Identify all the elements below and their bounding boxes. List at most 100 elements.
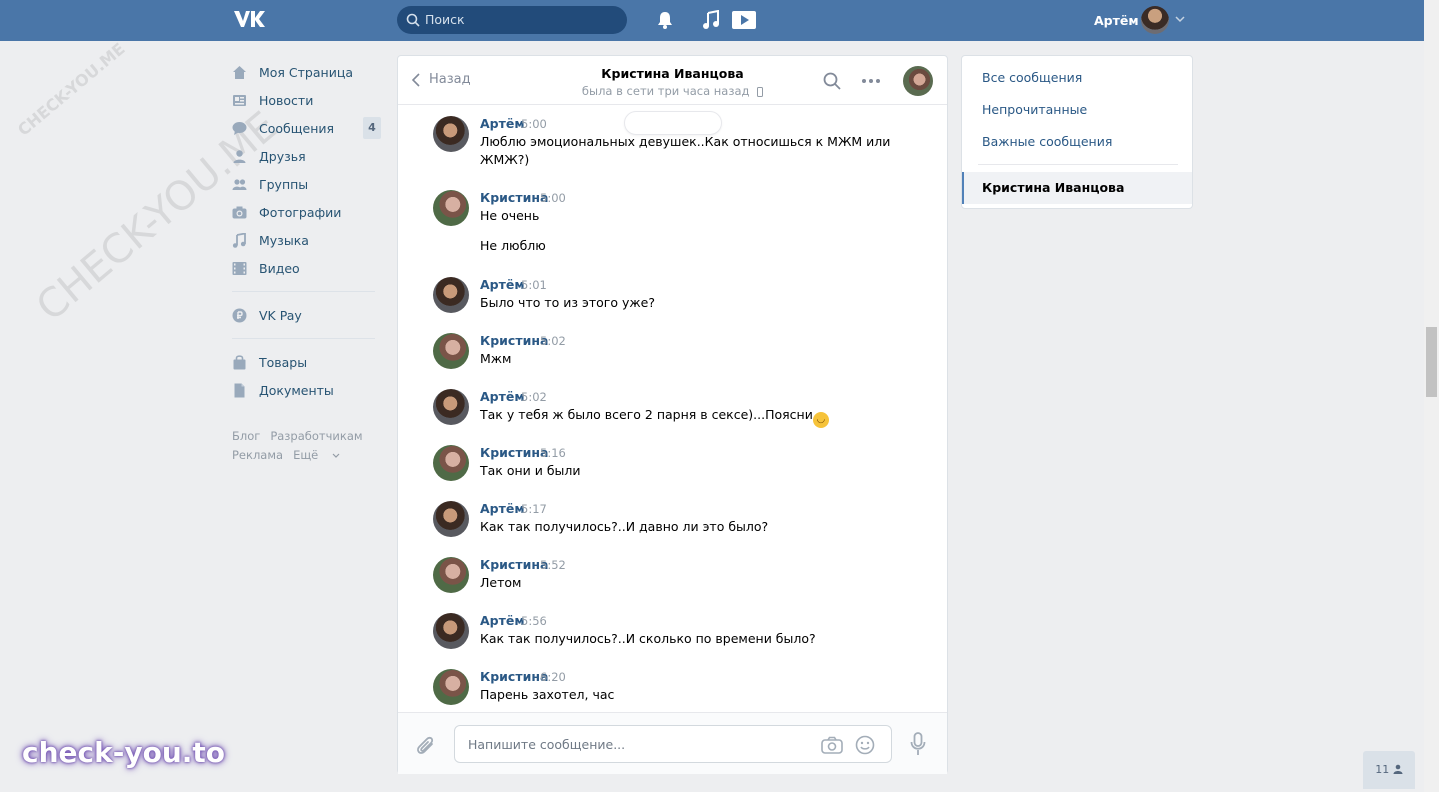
- nav-item-label: Фотографии: [259, 204, 342, 220]
- message-time: 5:02: [540, 334, 566, 348]
- news-icon: [233, 94, 246, 106]
- nav-item-label: VK Pay: [259, 307, 302, 323]
- paperclip-icon[interactable]: [416, 735, 436, 757]
- chevron-down-icon[interactable]: [1175, 15, 1185, 23]
- right-nav-divider: [978, 164, 1178, 165]
- chat-panel: Назад Кристина Иванцова была в сети три …: [397, 55, 948, 774]
- music-note-icon[interactable]: [702, 10, 720, 30]
- filter-important[interactable]: Важные сообщения: [982, 134, 1112, 149]
- microphone-icon[interactable]: [910, 732, 926, 756]
- footer-link-blog[interactable]: Блог: [232, 429, 260, 443]
- contact-avatar[interactable]: [903, 66, 933, 96]
- message-input-placeholder: Напишите сообщение...: [468, 737, 626, 752]
- message-text: Не люблю: [480, 238, 546, 253]
- nav-item-news[interactable]: Новости: [232, 86, 382, 114]
- chat-contact-status: была в сети три часа назад: [398, 84, 947, 98]
- nav-item-label: Друзья: [259, 148, 306, 164]
- active-conversation[interactable]: Кристина Иванцова: [962, 172, 1192, 204]
- footer-link-ads[interactable]: Реклама: [232, 448, 283, 462]
- nav-item-label: Новости: [259, 92, 314, 108]
- vkpay-icon: [232, 308, 247, 322]
- message-time: 5:52: [540, 558, 566, 572]
- message-author[interactable]: Кристина: [480, 445, 548, 460]
- avatar[interactable]: [433, 501, 469, 537]
- more-icon[interactable]: [861, 78, 881, 84]
- message-author[interactable]: Артём: [480, 277, 525, 292]
- nav-item-video[interactable]: Видео: [232, 254, 382, 282]
- message-time: 5:00: [540, 191, 566, 205]
- play-icon[interactable]: [732, 10, 756, 30]
- message-author[interactable]: Артём: [480, 501, 525, 516]
- nav-item-groups[interactable]: Группы: [232, 170, 382, 198]
- active-conversation-label: Кристина Иванцова: [982, 180, 1125, 195]
- footer-link-developers[interactable]: Разработчикам: [270, 429, 362, 443]
- avatar[interactable]: [433, 277, 469, 313]
- avatar[interactable]: [433, 190, 469, 226]
- bag-icon: [233, 354, 246, 369]
- search-input[interactable]: Поиск: [397, 6, 627, 34]
- search-icon: [406, 13, 420, 27]
- groups-icon: [232, 178, 247, 190]
- message-time: 5:16: [540, 446, 566, 460]
- nav-divider: [232, 291, 375, 292]
- message-text: Парень захотел, час: [480, 687, 615, 702]
- message-composer: Напишите сообщение...: [398, 712, 947, 774]
- message-time: 5:02: [521, 390, 547, 404]
- nav-item-documents[interactable]: Документы: [232, 376, 382, 404]
- message-author[interactable]: Артём: [480, 613, 525, 628]
- filter-unread[interactable]: Непрочитанные: [982, 102, 1087, 117]
- message-author[interactable]: Кристина: [480, 669, 548, 684]
- right-nav: Все сообщения Непрочитанные Важные сообщ…: [961, 55, 1193, 209]
- music-icon: [232, 232, 246, 248]
- avatar[interactable]: [433, 613, 469, 649]
- filter-all-messages[interactable]: Все сообщения: [982, 70, 1082, 85]
- nav-item-photos[interactable]: Фотографии: [232, 198, 382, 226]
- message-author[interactable]: Артём: [480, 389, 525, 404]
- nav-item-label: Видео: [259, 260, 300, 276]
- mobile-icon: [757, 87, 764, 97]
- nav-item-music[interactable]: Музыка: [232, 226, 382, 254]
- smile-icon[interactable]: [855, 735, 875, 755]
- nav-item-friends[interactable]: Друзья: [232, 142, 382, 170]
- message-text: Люблю эмоциональных девушек..Как относиш…: [480, 134, 891, 167]
- message-time: 5:01: [521, 278, 547, 292]
- nav-item-messages[interactable]: Сообщения 4: [232, 114, 382, 142]
- smiling-emoji-icon: ◡: [812, 412, 829, 428]
- message-author[interactable]: Кристина: [480, 557, 548, 572]
- message-text: Как так получилось?..И давно ли это было…: [480, 519, 769, 534]
- online-friends-counter[interactable]: 11: [1363, 751, 1415, 789]
- message-text: Летом: [480, 575, 522, 590]
- footer-link-more[interactable]: Ещё: [293, 448, 340, 462]
- camera-icon[interactable]: [821, 736, 843, 754]
- home-icon: [233, 65, 246, 79]
- person-icon: [1393, 764, 1403, 774]
- chevron-down-icon: [332, 453, 340, 458]
- nav-item-my-page[interactable]: Моя Страница: [232, 58, 382, 86]
- avatar[interactable]: [433, 445, 469, 481]
- message-history[interactable]: Артём 5:00 Люблю эмоциональных девушек..…: [398, 106, 947, 712]
- header-user-name[interactable]: Артём: [1094, 13, 1139, 28]
- avatar[interactable]: [433, 389, 469, 425]
- avatar[interactable]: [433, 333, 469, 369]
- message-time: 6:20: [540, 670, 566, 684]
- avatar[interactable]: [433, 557, 469, 593]
- message-author[interactable]: Кристина: [480, 333, 548, 348]
- header-avatar[interactable]: [1141, 6, 1169, 34]
- top-bar: Поиск Артём: [0, 0, 1424, 41]
- avatar[interactable]: [433, 669, 469, 705]
- bell-icon[interactable]: [656, 10, 674, 30]
- message-text: Не очень: [480, 208, 540, 223]
- nav-item-vk-pay[interactable]: VK Pay: [232, 301, 382, 329]
- search-icon[interactable]: [823, 72, 841, 90]
- message-time: 5:00: [521, 117, 547, 131]
- message-input[interactable]: Напишите сообщение...: [454, 725, 892, 763]
- nav-item-label: Группы: [259, 176, 309, 192]
- message-author[interactable]: Кристина: [480, 190, 548, 205]
- messages-icon: [232, 121, 247, 135]
- scrollbar-thumb[interactable]: [1426, 327, 1437, 397]
- watermark-diagonal-small: CHECK-YOU.ME: [14, 39, 129, 140]
- vk-logo-icon[interactable]: [232, 9, 266, 29]
- message-author[interactable]: Артём: [480, 116, 525, 131]
- nav-item-goods[interactable]: Товары: [232, 348, 382, 376]
- avatar[interactable]: [433, 116, 469, 152]
